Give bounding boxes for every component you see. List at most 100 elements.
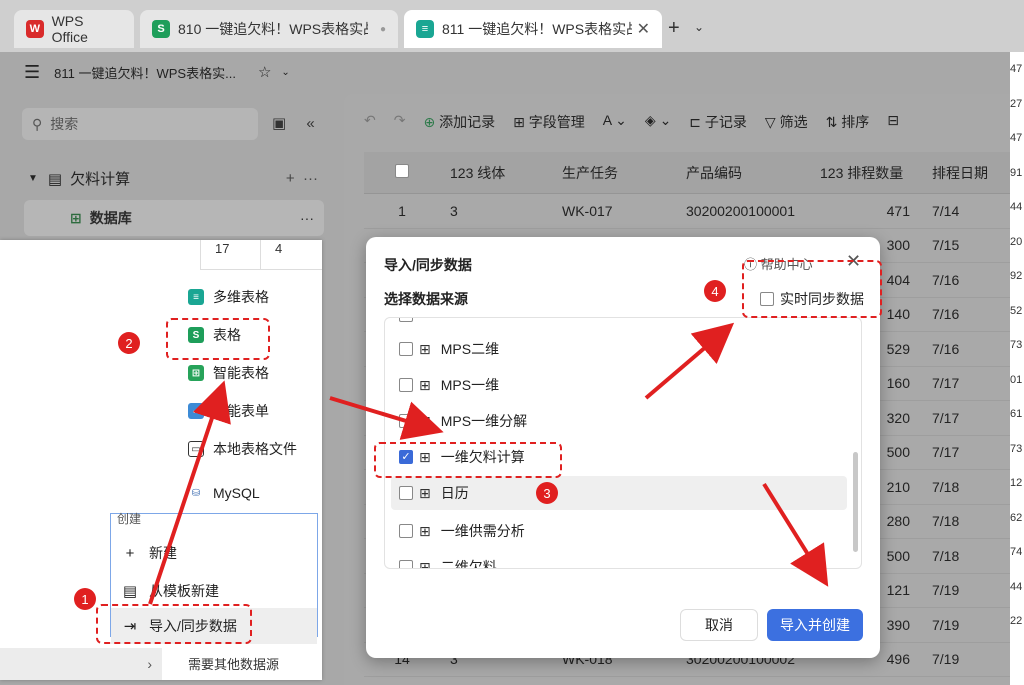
filter-icon: ▽ [764,114,776,130]
list-item-label: 日历 [440,485,469,501]
add-more-icon[interactable]: + ··· [286,170,318,187]
table-cell[interactable]: 7/19 [920,617,1014,633]
chevron-down-icon[interactable]: ⌄ [281,67,289,78]
table-cell[interactable]: WK-017 [552,203,676,219]
fill-color-icon[interactable]: ◈ ⌄ [645,112,671,132]
step-badge: 1 [74,588,96,610]
unsaved-dot-icon: ● [379,23,386,35]
tab-811[interactable]: ≡ 811 一键追欠料！WPS表格实战N ✕ [404,10,662,48]
search-input[interactable]: ⚲ 搜索 [22,108,258,140]
list-item[interactable]: ⊞ 日历 [391,476,847,510]
list-item[interactable]: ⊞ 一维供需分析 [391,514,847,548]
column-header[interactable]: 123 排程数量 [810,163,920,183]
table-cell[interactable]: 7/16 [920,341,1014,357]
table-cell[interactable]: 7/19 [920,582,1014,598]
doc-header: ☰ 811 一键追欠料！WPS表格实... ☆ ⌄ [0,52,1014,92]
sort-icon: ⇅ [825,114,838,130]
edge-cell: 44 [1010,201,1023,213]
table-icon: ⊞ [419,376,431,393]
tab-810[interactable]: S 810 一键追欠料！WPS表格实战N ● [140,10,398,48]
sub-record-button[interactable]: ⊏ 子记录 [689,112,747,132]
list-item[interactable]: ⊞ MPS二维 [391,332,847,366]
checkbox[interactable] [399,524,413,538]
chevron-down-icon[interactable]: ⌄ [694,20,704,34]
collapse-panel-icon[interactable]: ▣ [272,115,286,132]
new-tab-icon[interactable]: + [668,17,680,40]
sidebar-item-label: 数据库 [89,210,132,226]
double-chevron-left-icon[interactable]: « [306,115,314,132]
scrollbar[interactable] [853,452,858,552]
table-cell[interactable]: 7/18 [920,548,1014,564]
table-cell[interactable]: 7/16 [920,306,1014,322]
table-cell[interactable]: 30200200100001 [676,203,810,219]
column-header[interactable]: 123 线体 [440,163,552,183]
edge-cell: 91 [1010,166,1023,179]
field-manage-button[interactable]: ⊞ 字段管理 [513,112,585,132]
table-icon: ⊞ [419,412,431,429]
list-item[interactable]: ⊞ 二维欠料 [391,550,847,569]
sidebar-item-database[interactable]: ⊞ 数据库 ··· [24,200,324,236]
column-header[interactable]: 生产任务 [552,163,676,183]
redo-icon[interactable]: ↷ [394,112,406,132]
step-badge: 3 [536,482,558,504]
source-label: MySQL [213,485,260,501]
sidebar-group[interactable]: ▼ ▤ 欠料计算 + ··· [28,168,318,189]
list-item[interactable]: ⊞ MPS一维 [391,368,847,402]
highlight-sheet [166,318,270,360]
import-create-button[interactable]: 导入并创建 [767,609,863,641]
sort-button[interactable]: ⇅ 排序 [826,112,870,132]
group-icon[interactable]: ⊟ [887,112,899,132]
add-record-button[interactable]: ⊕ 添加记录 [423,112,495,132]
column-header[interactable]: 产品编码 [676,163,810,183]
table-cell[interactable]: 471 [810,203,920,219]
filter-button[interactable]: ▽ 筛选 [765,112,808,132]
table-row[interactable]: 1 3 WK-017 30200200100001 471 7/14 [364,194,1014,229]
edge-cell: 74 [1010,546,1023,558]
table-cell[interactable]: 7/19 [920,651,1014,667]
checkbox[interactable] [399,414,413,428]
table-cell[interactable]: 7/17 [920,410,1014,426]
source-local-file[interactable]: ▭ 本地表格文件 [172,430,322,468]
edge-cell: 61 [1010,408,1023,420]
table-cell[interactable]: 7/17 [920,375,1014,391]
table-cell[interactable]: 7/15 [920,237,1014,253]
font-color-icon[interactable]: A ⌄ [603,112,627,132]
checkbox[interactable] [399,560,413,568]
select-all-checkbox[interactable] [364,164,440,181]
close-icon[interactable]: ✕ [637,19,650,39]
chevron-right-icon[interactable]: › [147,656,152,672]
dialog-title: 导入/同步数据 [384,257,472,273]
multidim-table-icon: ≡ [416,20,434,38]
source-smart-form[interactable]: ✓ 智能表单 [172,392,322,430]
browser-tabbar: W WPS Office S 810 一键追欠料！WPS表格实战N ● ≡ 81… [0,0,1024,52]
source-multidim-table[interactable]: ≡ 多维表格 [172,278,322,316]
cancel-button[interactable]: 取消 [680,609,758,641]
list-item[interactable] [391,318,847,332]
more-icon[interactable]: ··· [300,210,314,226]
list-item[interactable]: ⊞ MPS一维分解 [391,404,847,438]
source-menu: ≡ 多维表格 S 表格 ⊞ 智能表格 ✓ 智能表单 ▭ 本地表格文件 ⛁ MySQL [172,278,322,538]
table-cell[interactable]: 7/14 [920,203,1014,219]
sidebar-icons: ▣ « [272,114,315,132]
checkbox[interactable] [399,342,413,356]
need-more-sources-link[interactable]: 需要其他数据源 [188,654,279,673]
table-cell[interactable]: 7/16 [920,272,1014,288]
checkbox[interactable] [399,378,413,392]
table-cell[interactable]: 3 [440,203,552,219]
table-cell[interactable]: 1 [364,203,440,219]
column-header[interactable]: 排程日期 [920,163,1014,183]
star-icon[interactable]: ☆ [258,63,271,81]
tab-wps-office[interactable]: W WPS Office [14,10,134,48]
list-item-label: 二维欠料 [440,559,497,569]
source-mysql[interactable]: ⛁ MySQL [172,474,322,512]
new-button[interactable]: + 新建 [111,535,317,571]
menu-icon[interactable]: ☰ [24,62,40,83]
table-cell[interactable]: 7/17 [920,444,1014,460]
undo-icon[interactable]: ↶ [364,112,376,132]
inset-grid-row: 17 4 [200,240,322,270]
list-item-label: MPS二维 [440,341,500,357]
table-cell[interactable]: 7/18 [920,513,1014,529]
checkbox[interactable] [399,486,413,500]
edge-cell: 20 [1010,235,1023,248]
table-cell[interactable]: 7/18 [920,479,1014,495]
